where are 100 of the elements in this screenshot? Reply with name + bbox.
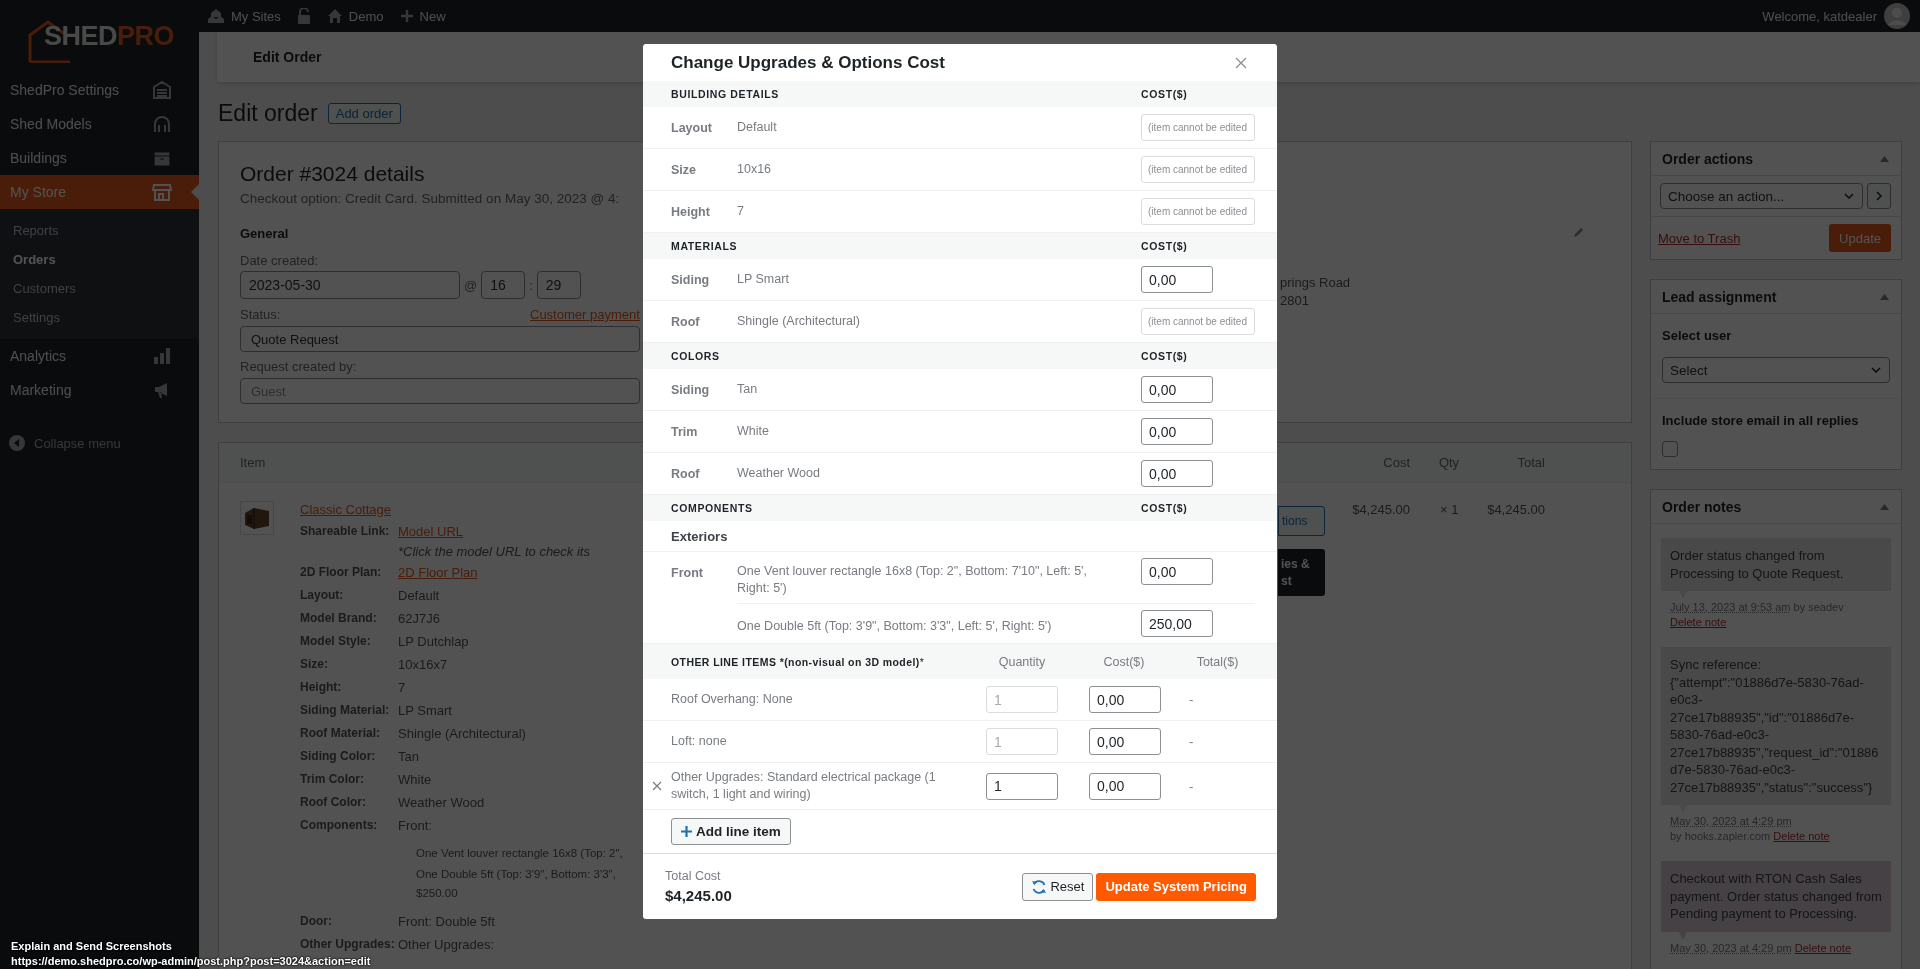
option-label: Size: [671, 162, 697, 177]
action-select[interactable]: Choose an action...: [1660, 183, 1863, 209]
item-total: $4,245.00: [1486, 501, 1546, 519]
collapse-triangle-icon[interactable]: [1880, 293, 1889, 300]
detail-label: Roof Color:: [300, 794, 367, 811]
status-select[interactable]: Quote Request: [240, 326, 640, 352]
top-bar-link[interactable]: My Sites: [207, 8, 281, 24]
hour-field[interactable]: 16: [481, 271, 526, 299]
line-item-name: Roof Overhang: None: [671, 691, 794, 708]
cost-field[interactable]: 0,00: [1141, 558, 1213, 585]
column-header: Total($): [1195, 654, 1240, 669]
detail-value: Front:: [398, 818, 432, 833]
delete-note-link[interactable]: Delete note: [1670, 616, 1727, 628]
detail-label: Roof Material:: [300, 725, 381, 742]
cost-field[interactable]: 0,00: [1141, 376, 1213, 403]
line-item-name: Loft: none: [671, 733, 728, 750]
sidebar-item[interactable]: Buildings: [0, 141, 199, 175]
detail-value: Weather Wood: [398, 795, 485, 810]
detail-link[interactable]: 2D Floor Plan: [398, 565, 478, 580]
cost-column-header: COST($): [1141, 502, 1189, 514]
product-link[interactable]: Classic Cottage: [300, 500, 392, 520]
action-button[interactable]: ies & st: [1278, 549, 1325, 596]
option-value: White: [737, 423, 770, 440]
detail-label: Components:: [300, 817, 379, 834]
detail-value: White: [398, 772, 432, 787]
detail-value: LP Smart: [398, 703, 452, 718]
cost-field[interactable]: 0,00: [1089, 772, 1161, 800]
update-button[interactable]: Update: [1829, 224, 1891, 252]
update-system-pricing-button[interactable]: Update System Pricing: [1096, 872, 1256, 901]
line-total: -: [1188, 734, 1195, 749]
welcome-text[interactable]: Welcome, katdealer: [1762, 8, 1877, 24]
top-bar-link[interactable]: New: [399, 8, 446, 24]
submenu-item[interactable]: Orders: [0, 245, 199, 274]
chevron-right-icon: [1876, 191, 1882, 201]
top-bar-link[interactable]: Demo: [326, 8, 384, 24]
collapse-triangle-icon[interactable]: [1880, 155, 1889, 162]
close-icon[interactable]: [1235, 56, 1247, 69]
line-item-name: Other Upgrades: Standard electrical package (1 switch, 1 light and wiring): [671, 769, 937, 803]
panel-title: Order notes: [1662, 498, 1742, 515]
detail-label: Door:: [300, 913, 333, 930]
tray-icon: [152, 149, 172, 167]
cost-field[interactable]: 0,00: [1141, 418, 1213, 445]
option-value: Weather Wood: [737, 465, 821, 482]
cost-field[interactable]: 0,00: [1089, 686, 1161, 713]
total-cost-label: Total Cost: [665, 869, 722, 883]
option-value: 7: [737, 203, 745, 220]
delete-note-link[interactable]: Delete note: [1773, 830, 1830, 842]
option-value: Shingle (Architectural): [737, 313, 861, 330]
user-select[interactable]: Select: [1662, 357, 1890, 383]
cost-field[interactable]: 0,00: [1141, 460, 1213, 487]
sidebar-item[interactable]: My Store: [0, 175, 199, 209]
action-button[interactable]: tions: [1278, 506, 1325, 536]
component-description: One Double 5ft (Top: 3'9", Bottom: 3'3", Left: 5', Right: 5'): [737, 617, 1053, 635]
sidebar-item[interactable]: ShedPro Settings: [0, 73, 199, 107]
storefront-icon: [152, 183, 172, 201]
sidebar-item[interactable]: Analytics: [0, 339, 199, 373]
option-label: Siding: [671, 272, 711, 287]
cost-field[interactable]: 250,00: [1141, 610, 1213, 637]
sidebar-item[interactable]: Marketing: [0, 373, 199, 407]
pencil-icon[interactable]: [1573, 226, 1585, 238]
cost-column-header: COST($): [1141, 240, 1189, 252]
date-field[interactable]: 2023-05-30: [240, 271, 460, 299]
store-email-checkbox[interactable]: [1662, 441, 1678, 457]
home-icon: [326, 8, 343, 24]
plus-icon: [399, 9, 414, 23]
move-to-trash-link[interactable]: Move to Trash: [1658, 230, 1741, 246]
line-total: -: [1188, 692, 1195, 707]
reset-button[interactable]: Reset: [1022, 872, 1094, 901]
customer-payment-link[interactable]: Customer payment: [530, 307, 640, 323]
add-line-item-button[interactable]: Add line item: [671, 818, 791, 845]
detail-value: Shingle (Architectural): [398, 726, 526, 741]
collapse-triangle-icon[interactable]: [1880, 503, 1889, 510]
delete-note-link[interactable]: Delete note: [1794, 941, 1851, 954]
shed-icon: [152, 81, 172, 99]
arch-icon: [152, 115, 172, 133]
apply-action-button[interactable]: [1867, 183, 1891, 209]
remove-icon[interactable]: [652, 781, 662, 791]
add-order-button[interactable]: Add order: [327, 102, 401, 124]
cost-field[interactable]: 0,00: [1141, 266, 1213, 293]
option-label: Roof: [671, 314, 701, 329]
avatar-icon[interactable]: [1884, 3, 1910, 29]
cost-field[interactable]: 0,00: [1089, 728, 1161, 755]
sidebar-item[interactable]: Shed Models: [0, 107, 199, 141]
quantity-field[interactable]: 1: [986, 772, 1058, 800]
option-label: Height: [671, 204, 711, 219]
line-total: -: [1188, 778, 1195, 794]
at-sign: @: [464, 277, 478, 293]
panel-title: Order actions: [1662, 150, 1754, 167]
minute-field[interactable]: 29: [536, 271, 581, 299]
option-value: Tan: [737, 381, 759, 398]
detail-label: Siding Color:: [300, 748, 377, 765]
page-header-title: Edit Order: [253, 49, 322, 65]
section-heading: BUILDING DETAILS: [671, 88, 780, 100]
detail-label: Model Style:: [300, 633, 372, 650]
time-colon: :: [529, 277, 533, 293]
detail-label: Other Upgrades:: [300, 936, 396, 953]
detail-label: Size:: [300, 656, 329, 673]
lock-button[interactable]: [296, 8, 311, 24]
detail-link[interactable]: Model URL: [398, 524, 464, 539]
column-header: Quantity: [997, 654, 1047, 669]
